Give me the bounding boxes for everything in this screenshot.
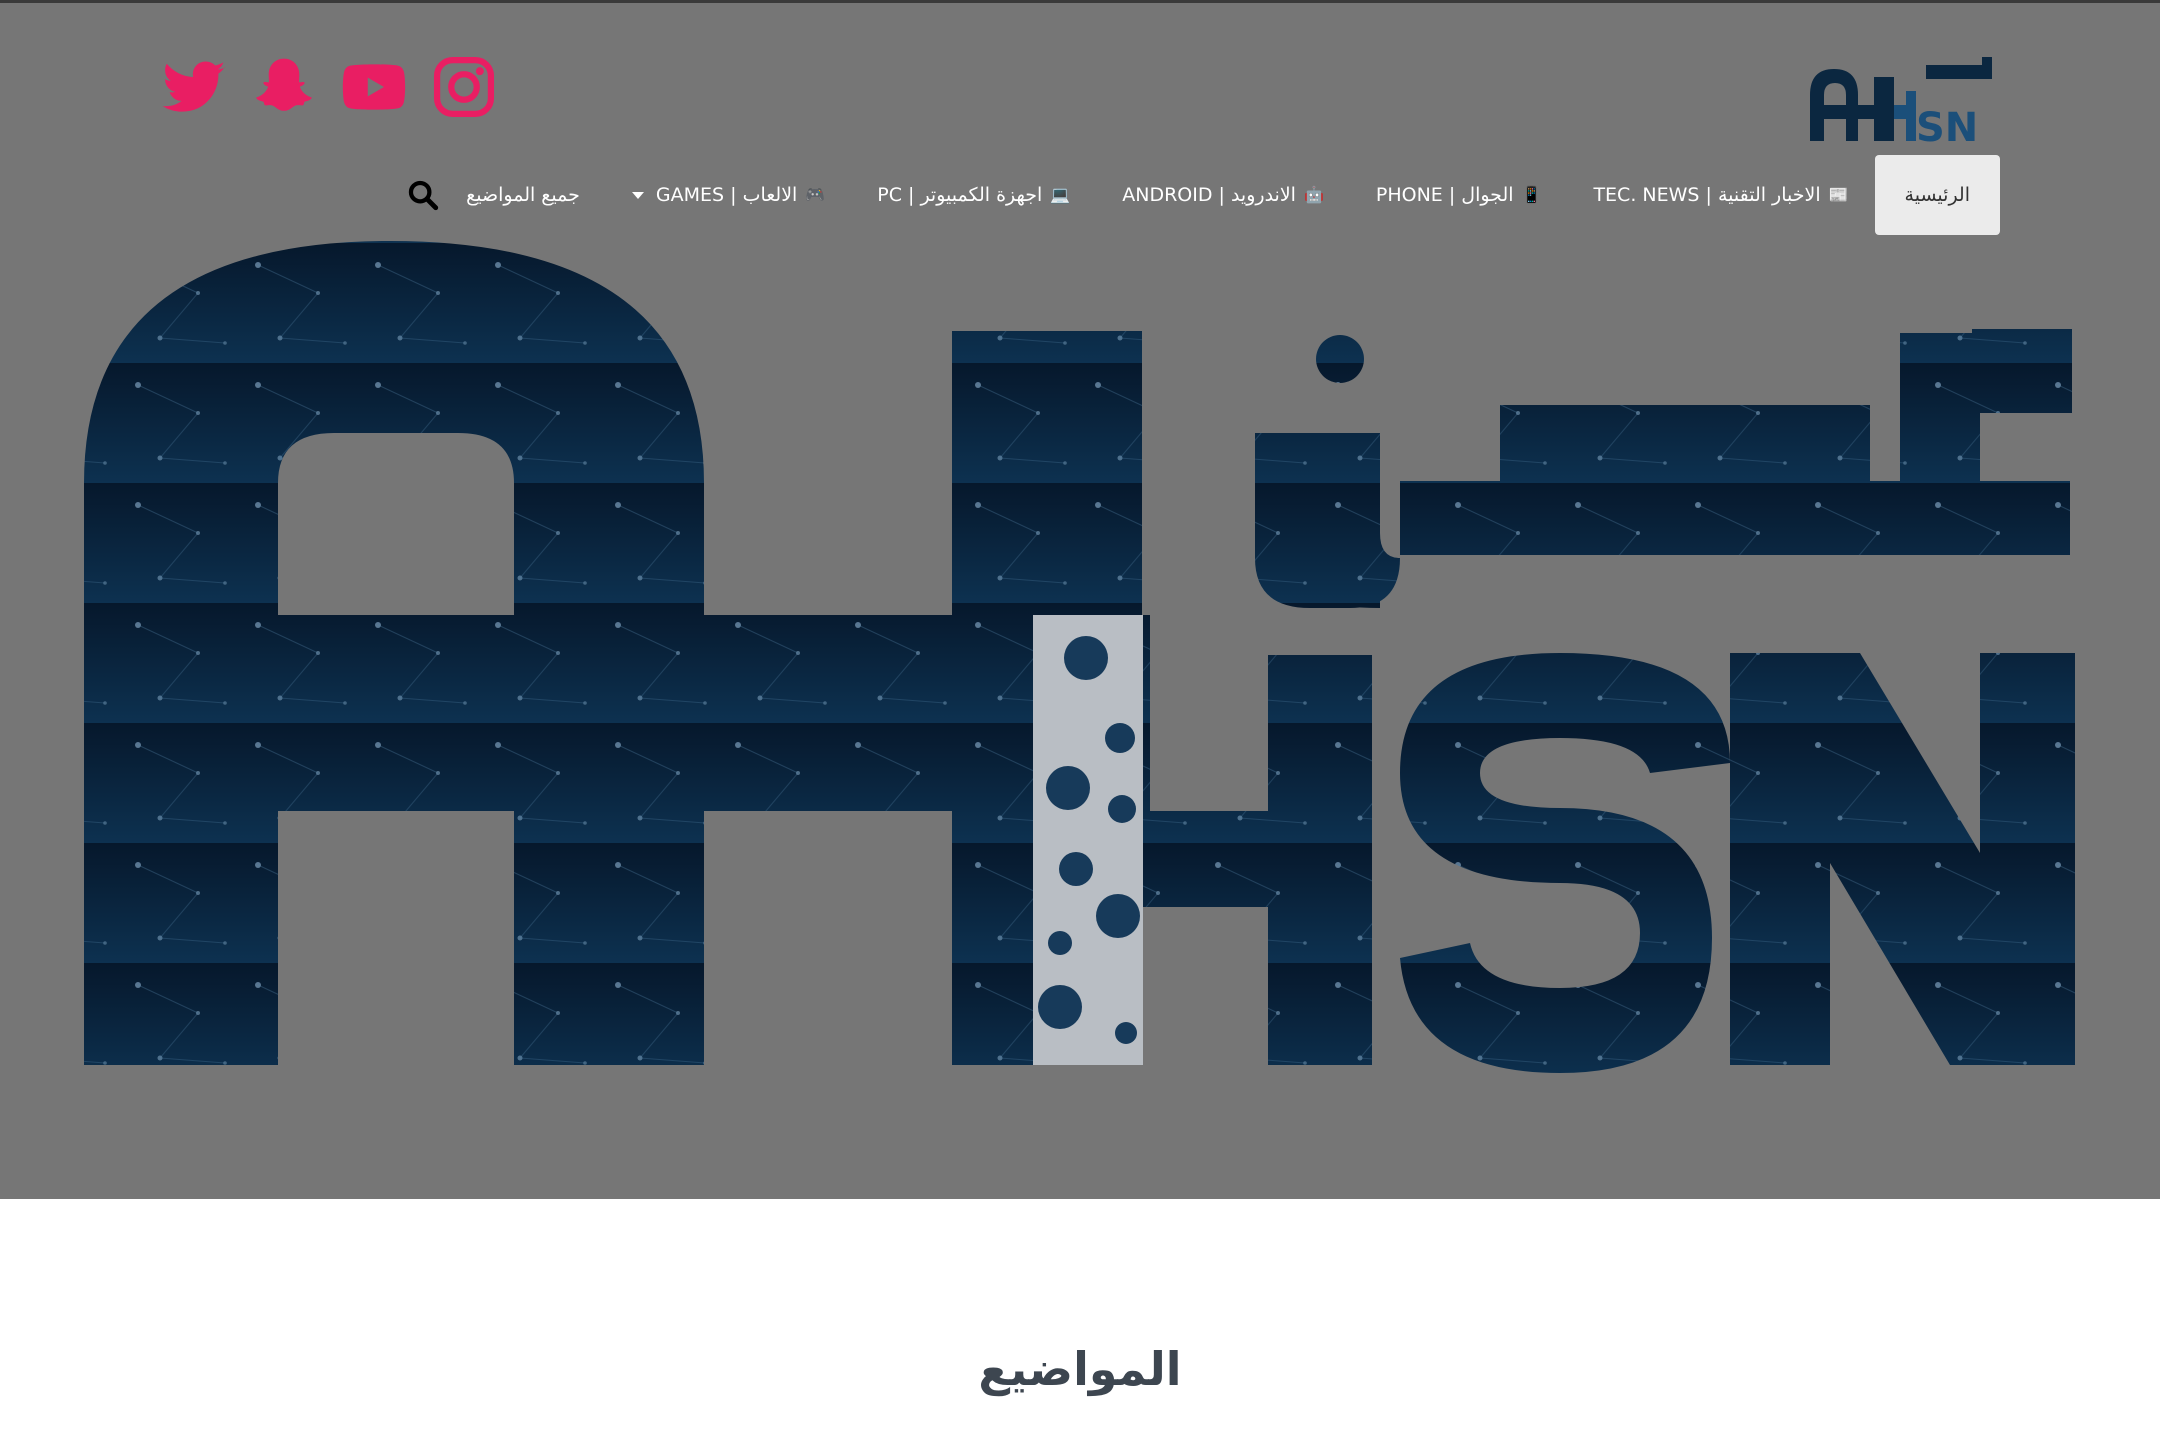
twitter-icon[interactable] xyxy=(160,53,228,121)
nav-item-label: PC | اجهزة الكمبيوتر xyxy=(877,184,1043,206)
android-icon: 🤖 xyxy=(1303,185,1324,204)
instagram-icon[interactable] xyxy=(430,53,498,121)
hero-banner: SN الرئيسية 📰 TEC. NEWS | الاخبار التقني… xyxy=(0,3,2160,1199)
nav-item-games[interactable]: 🎮 GAMES | الالعاب xyxy=(606,155,851,235)
site-logo[interactable]: SN xyxy=(1806,55,2002,145)
social-links xyxy=(160,53,498,121)
newspaper-icon: 📰 xyxy=(1828,185,1849,204)
laptop-icon: 💻 xyxy=(1050,185,1071,204)
nav-item-label: TEC. NEWS | الاخبار التقنية xyxy=(1593,184,1821,206)
nav-item-home[interactable]: الرئيسية xyxy=(1874,155,2000,235)
nav-item-label: جميع المواضيع xyxy=(466,184,580,206)
nav-item-label: الرئيسية xyxy=(1904,184,1970,206)
section-title: المواضيع xyxy=(978,1342,1182,1396)
nav-item-label: PHONE | الجوال xyxy=(1375,184,1514,206)
phone-icon: 📱 xyxy=(1521,185,1542,204)
search-icon[interactable] xyxy=(406,178,440,212)
chevron-down-icon xyxy=(631,191,644,199)
svg-text:SN: SN xyxy=(1916,105,1978,145)
nav-item-phone[interactable]: 📱 PHONE | الجوال xyxy=(1350,155,1568,235)
main-navigation: الرئيسية 📰 TEC. NEWS | الاخبار التقنية 📱… xyxy=(374,155,2000,235)
snapchat-icon[interactable] xyxy=(250,53,318,121)
youtube-icon[interactable] xyxy=(340,53,408,121)
nav-item-pc[interactable]: 💻 PC | اجهزة الكمبيوتر xyxy=(851,155,1096,235)
nav-item-label: GAMES | الالعاب xyxy=(655,184,798,206)
nav-item-label: ANDROID | الاندرويد xyxy=(1122,184,1296,206)
nav-item-android[interactable]: 🤖 ANDROID | الاندرويد xyxy=(1096,155,1350,235)
nav-item-all-topics[interactable]: جميع المواضيع xyxy=(440,155,606,235)
nav-item-tech-news[interactable]: 📰 TEC. NEWS | الاخبار التقنية xyxy=(1567,155,1874,235)
gamepad-icon: 🎮 xyxy=(805,185,826,204)
